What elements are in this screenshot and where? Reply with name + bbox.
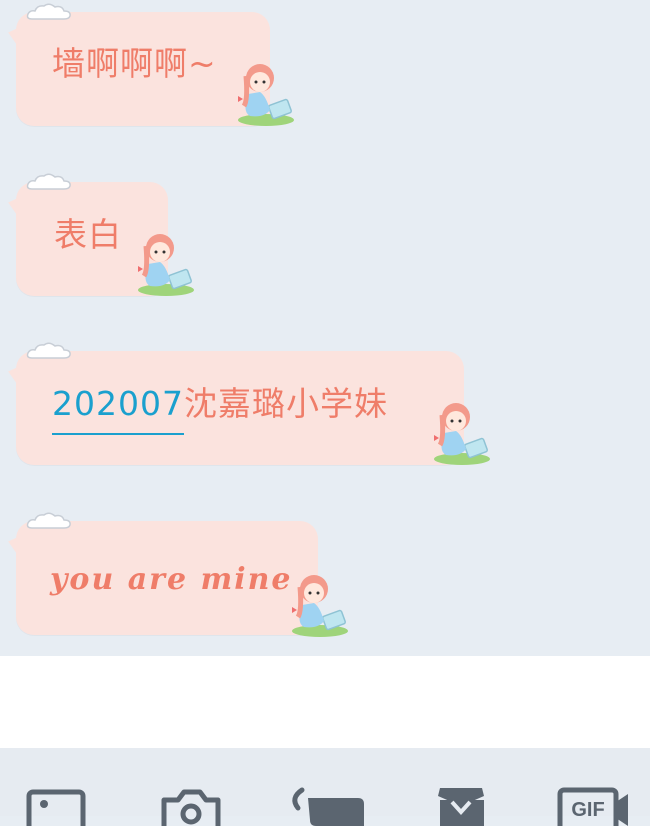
bubble-tail (5, 531, 23, 555)
message-text: 表白 (54, 218, 122, 251)
bottom-toolbar: GIF (0, 748, 650, 826)
camera-icon (161, 789, 221, 826)
gif-button[interactable]: GIF (556, 786, 628, 826)
message-text-span: 墙啊啊啊~ (52, 44, 217, 83)
voice-icon (292, 787, 364, 826)
message-text-span: you are mine (50, 562, 293, 597)
image-button[interactable] (26, 786, 90, 826)
message-text: you are mine (50, 561, 293, 595)
cloud-icon (26, 512, 71, 529)
gif-icon: GIF (557, 787, 628, 826)
girl-sticker-icon (238, 64, 294, 126)
message-text: 墙啊啊啊~ (52, 47, 217, 80)
chat-area[interactable]: 墙啊啊啊~ 表白 202007沈嘉璐小学妹 you are mine (0, 0, 650, 656)
red-packet-icon (438, 788, 484, 826)
camera-button[interactable] (160, 786, 224, 826)
message-text-span: 沈嘉璐小学妹 (183, 384, 388, 423)
image-icon (26, 789, 86, 826)
message-text-span: 表白 (54, 215, 122, 254)
cloud-icon (26, 3, 71, 20)
bubble-tail (5, 22, 23, 46)
cloud-icon (26, 173, 71, 190)
bubble-tail (5, 361, 23, 385)
girl-sticker-icon (292, 575, 348, 637)
bubble-tail (5, 192, 23, 216)
girl-sticker-icon (434, 403, 490, 465)
message-link[interactable]: 202007 (52, 384, 184, 435)
message-text: 202007沈嘉璐小学妹 (52, 384, 388, 435)
red-packet-button[interactable] (436, 786, 500, 826)
girl-sticker-icon (138, 234, 194, 296)
cloud-icon (26, 342, 71, 359)
voice-button[interactable] (288, 786, 364, 826)
message-input[interactable] (0, 656, 650, 748)
gif-label: GIF (571, 799, 604, 821)
